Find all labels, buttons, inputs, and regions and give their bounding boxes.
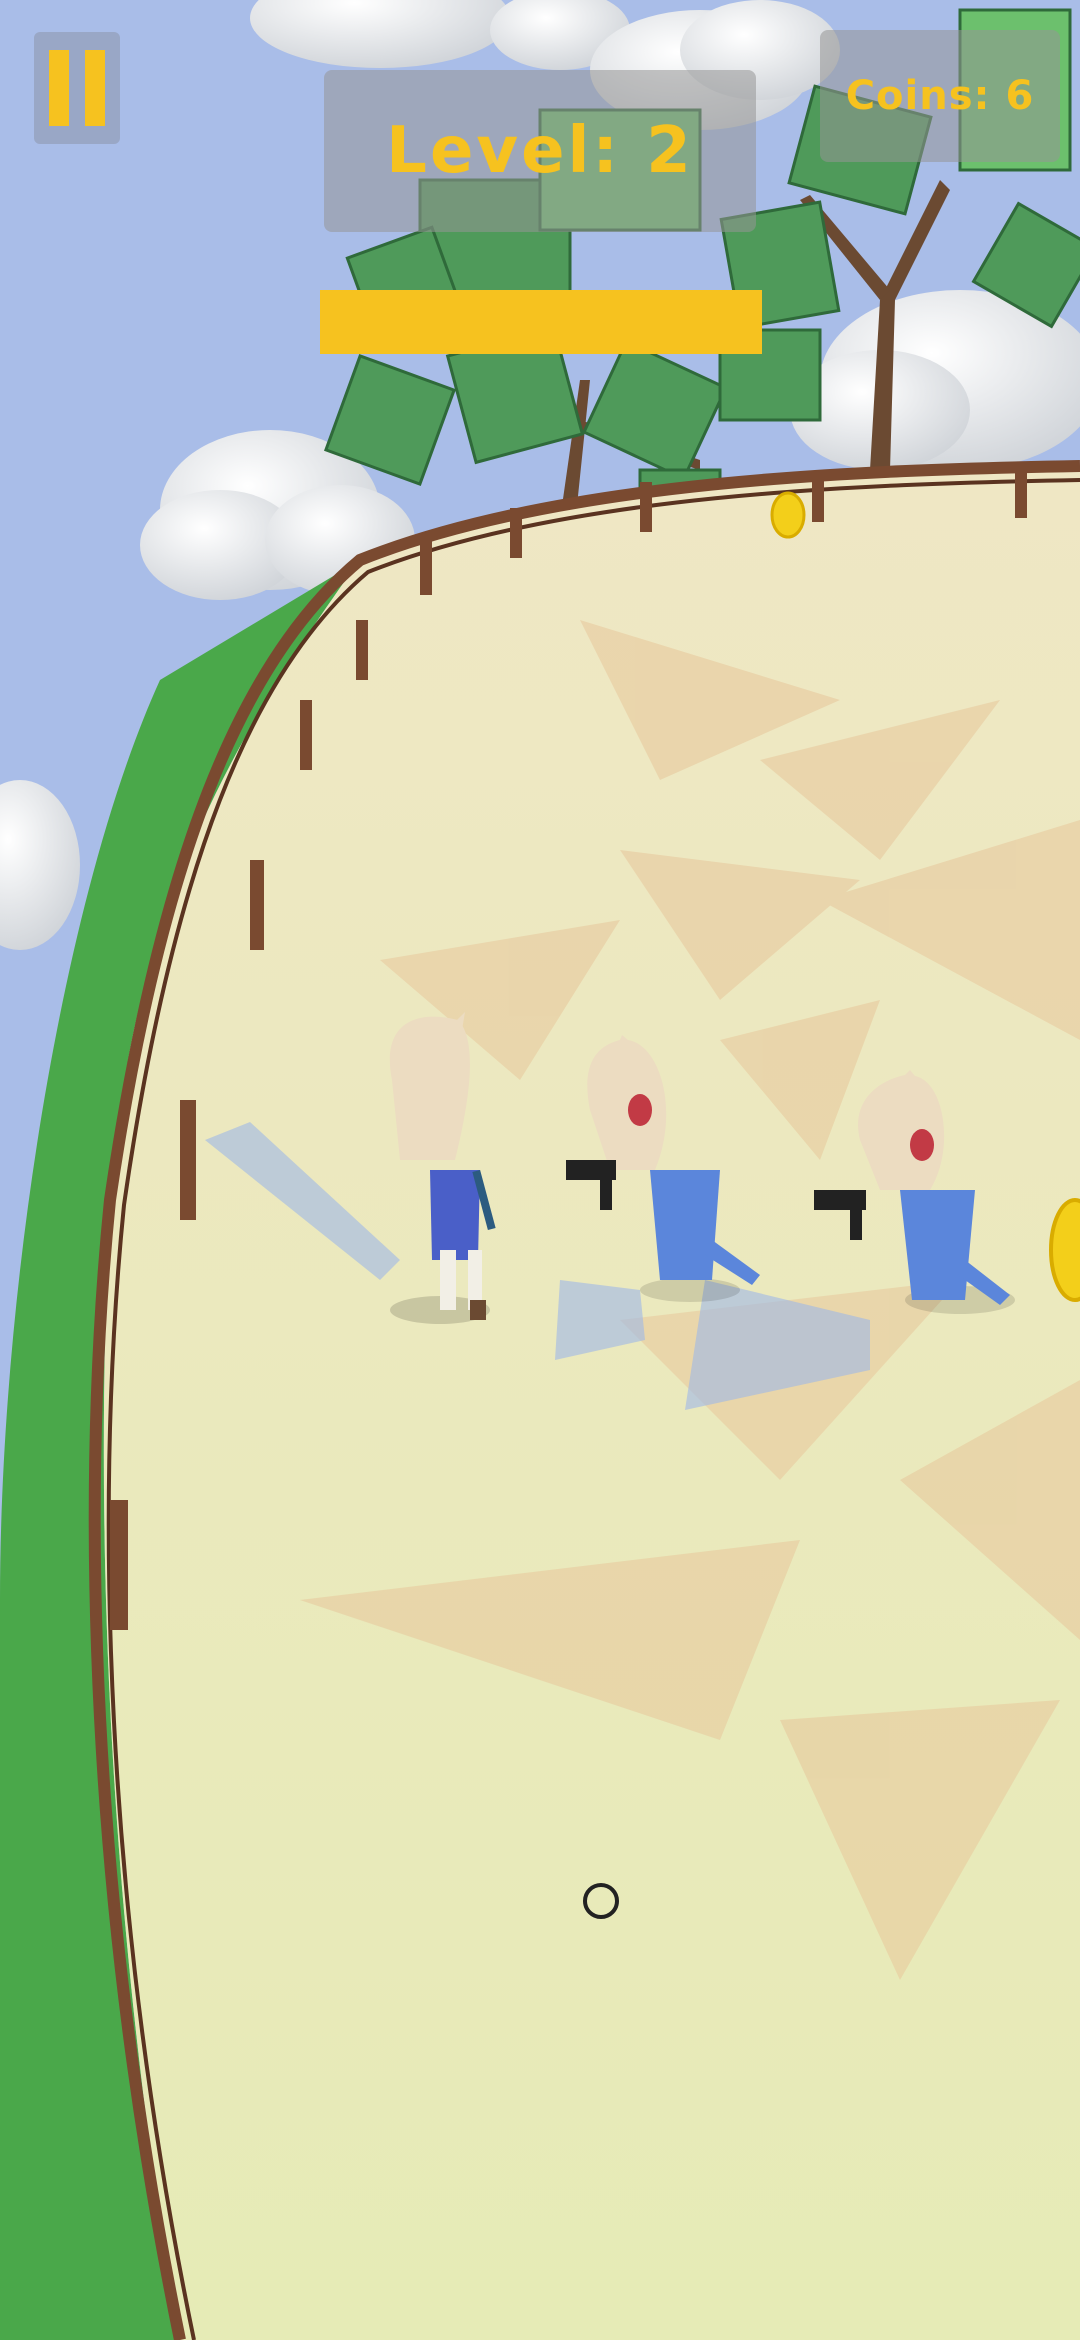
- coin: [770, 491, 806, 539]
- pause-button[interactable]: [34, 32, 120, 144]
- level-panel: Level: 2: [324, 70, 756, 232]
- coins-label: Coins: 6: [845, 73, 1035, 119]
- pause-icon: [49, 50, 69, 126]
- coins-panel: Coins: 6: [820, 30, 1060, 162]
- level-progress-fill: [320, 290, 762, 354]
- level-label: Level: 2: [386, 114, 694, 188]
- level-progress-bar: [320, 290, 762, 354]
